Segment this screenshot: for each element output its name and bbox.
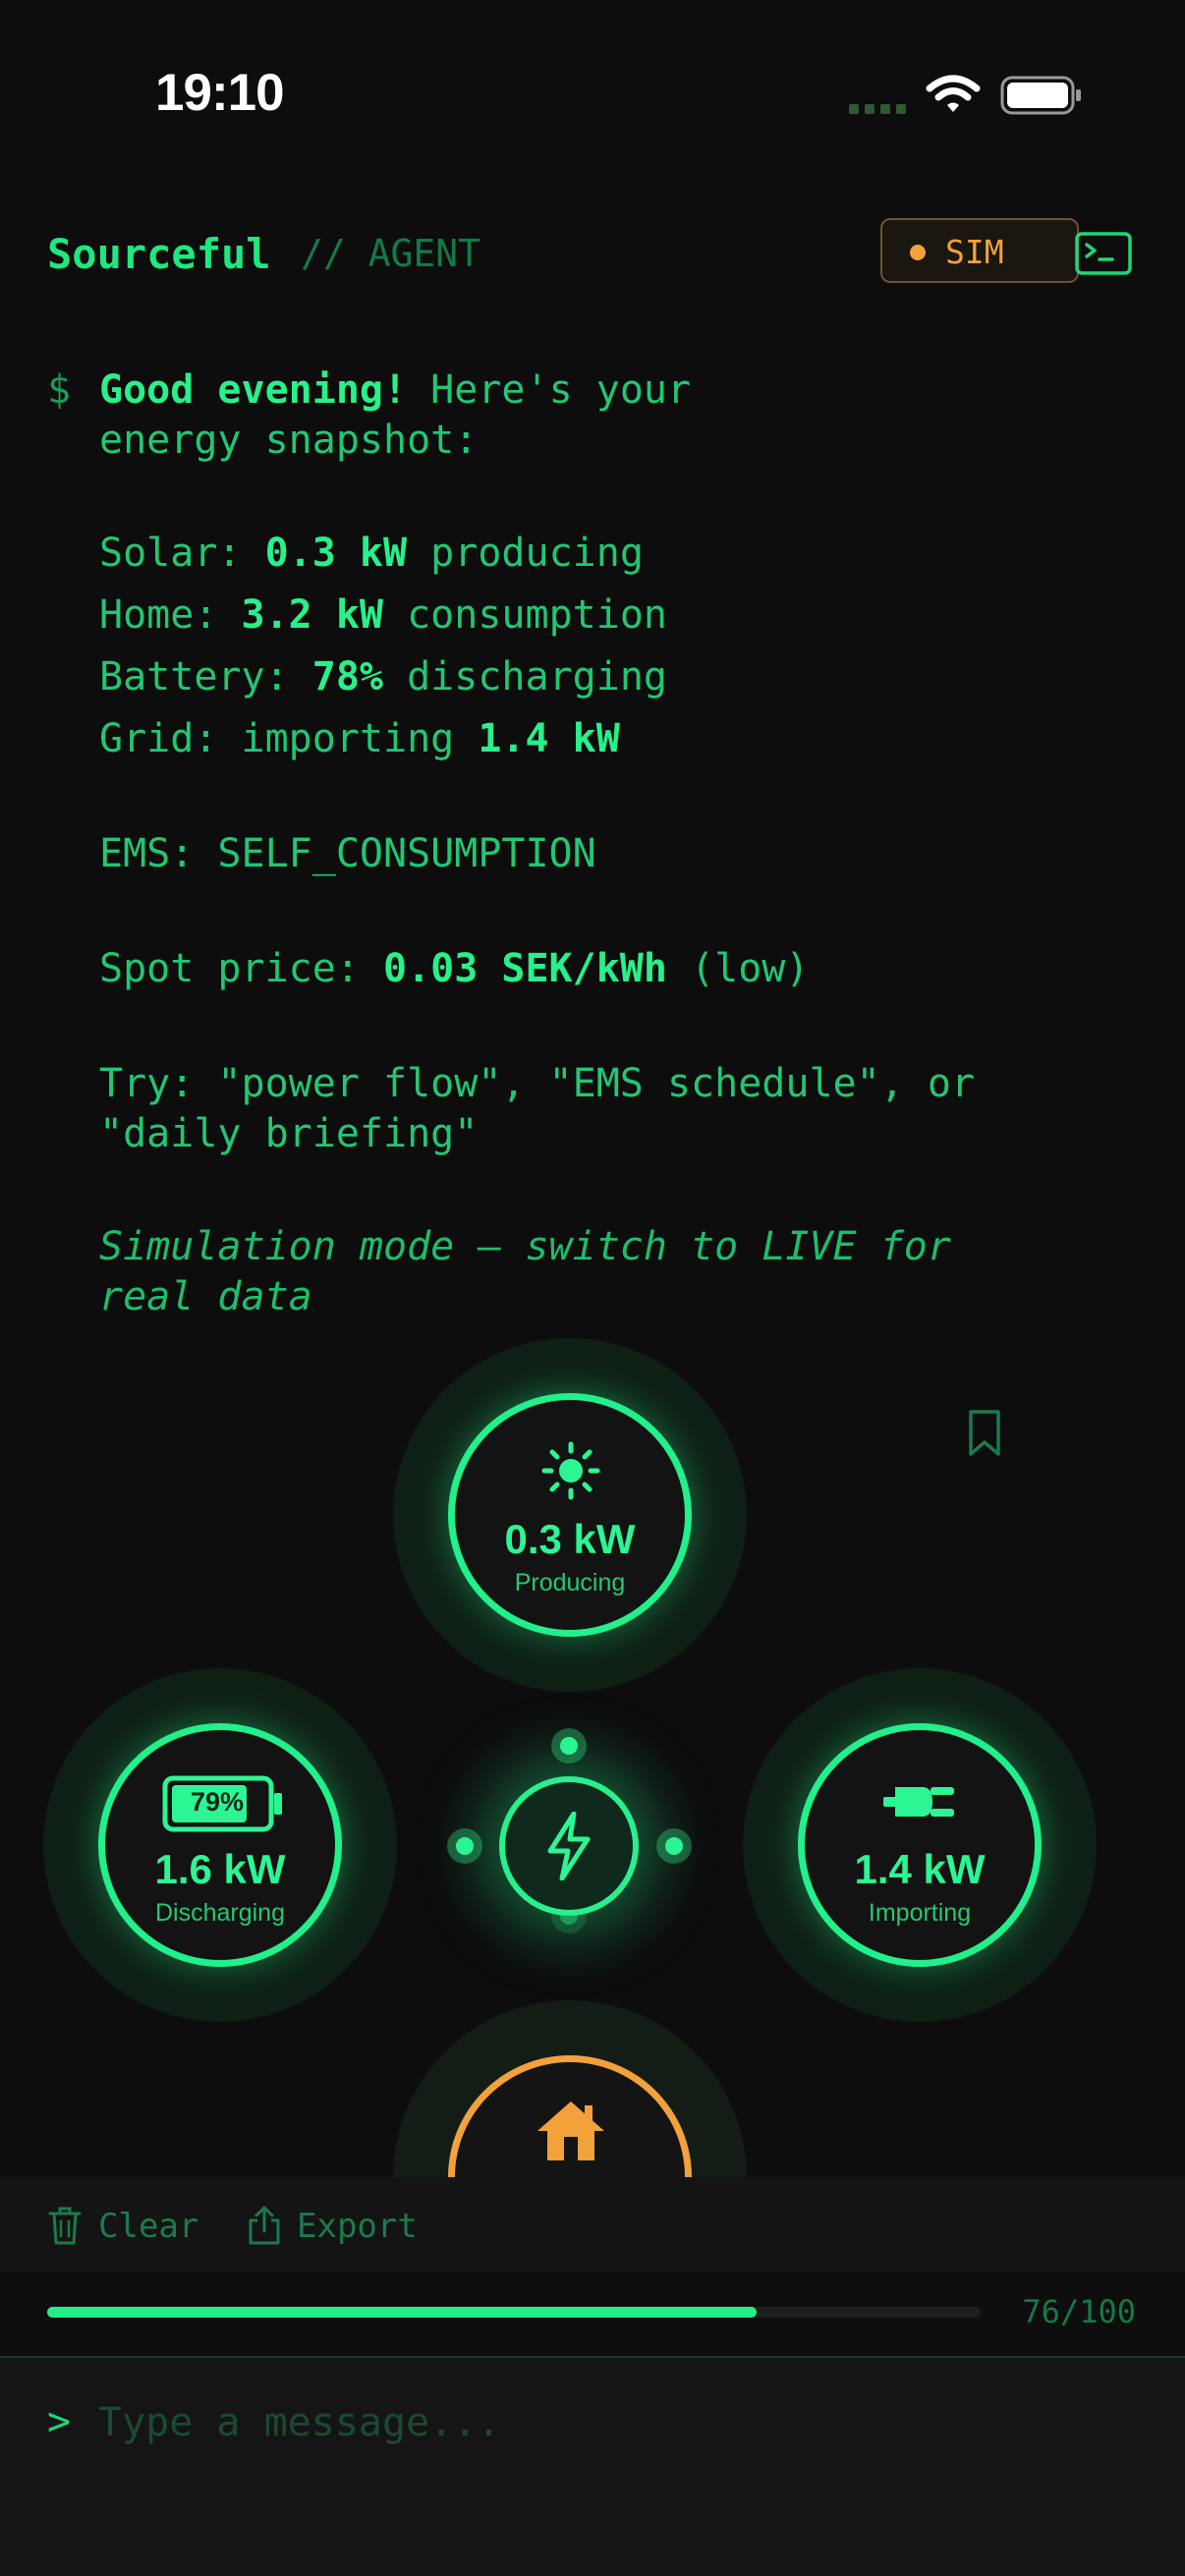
agent-message: $ Good evening! Here's your energy snaps… [47,365,1148,1319]
clear-label: Clear [98,2207,199,2246]
solar-status-label: Producing [514,1569,626,1596]
status-time: 19:10 [155,64,285,122]
cellular-signal-icon [849,104,906,114]
share-icon [249,2206,280,2245]
terminal-icon[interactable] [1075,232,1132,275]
energy-hub[interactable] [499,1776,639,1916]
greeting-line-2: energy snapshot: [99,418,479,463]
try-line: Try: "power flow", "EMS schedule", or [99,1061,976,1106]
app-header: Sourceful // AGENT SIM [47,218,1138,289]
action-toolbar: Clear Export [0,2177,1185,2271]
wifi-icon [926,75,981,112]
grid-node[interactable]: 1.4 kW Importing [798,1723,1042,1967]
flow-dot-top [551,1728,587,1764]
battery-node[interactable]: 79% 1.6 kW Discharging [98,1723,342,1967]
battery-power-value: 1.6 kW [154,1846,286,1892]
trash-icon [48,2207,82,2245]
solar-node[interactable]: 0.3 kW Producing [448,1393,692,1637]
sim-label: SIM [945,233,1004,271]
sun-icon [541,1441,600,1500]
spot-price-line: Spot price: 0.03 SEK/kWh (low) [99,946,810,991]
status-bar: 19:10 [0,0,1185,187]
bookmark-icon[interactable] [967,1409,1002,1458]
export-label: Export [297,2207,418,2246]
battery-line: Battery: 78% discharging [99,654,667,700]
message-prompt: $ [47,367,72,413]
usage-progress: 76/100 [0,2271,1185,2356]
lightning-icon [547,1812,591,1880]
flow-dot-left [447,1828,482,1864]
progress-fill [47,2307,757,2318]
solar-power-value: 0.3 kW [504,1516,636,1562]
message-composer: > [0,2356,1185,2576]
brand-name: Sourceful [47,230,271,278]
battery-status-label: Discharging [154,1899,285,1927]
house-icon [537,2101,604,2160]
sim-mode-toggle[interactable]: SIM [880,218,1079,283]
grid-power-value: 1.4 kW [854,1846,986,1892]
progress-track [47,2307,981,2318]
grid-status-label: Importing [868,1899,972,1927]
flow-dot-right [656,1828,692,1864]
battery-percent: 79% [190,1787,245,1817]
ems-line: EMS: SELF_CONSUMPTION [99,831,596,876]
greeting-line: Good evening! Here's your [99,367,692,413]
sim-status-dot [910,245,926,260]
battery-status-icon [1000,76,1081,115]
simulation-note: Simulation mode — switch to LIVE for [99,1224,951,1269]
home-line: Home: 3.2 kW consumption [99,592,667,638]
input-prompt: > [47,2399,72,2444]
progress-count: 76/100 [1022,2293,1136,2330]
try-line-2: "daily briefing" [99,1111,479,1156]
plug-icon [883,1787,954,1817]
simulation-note-2: real data [99,1274,312,1319]
grid-line: Grid: importing 1.4 kW [99,716,620,761]
battery-icon: 79% [162,1775,284,1832]
solar-line: Solar: 0.3 kW producing [99,531,644,576]
brand-subtitle: // AGENT [301,232,481,275]
message-input[interactable] [98,2393,1140,2452]
